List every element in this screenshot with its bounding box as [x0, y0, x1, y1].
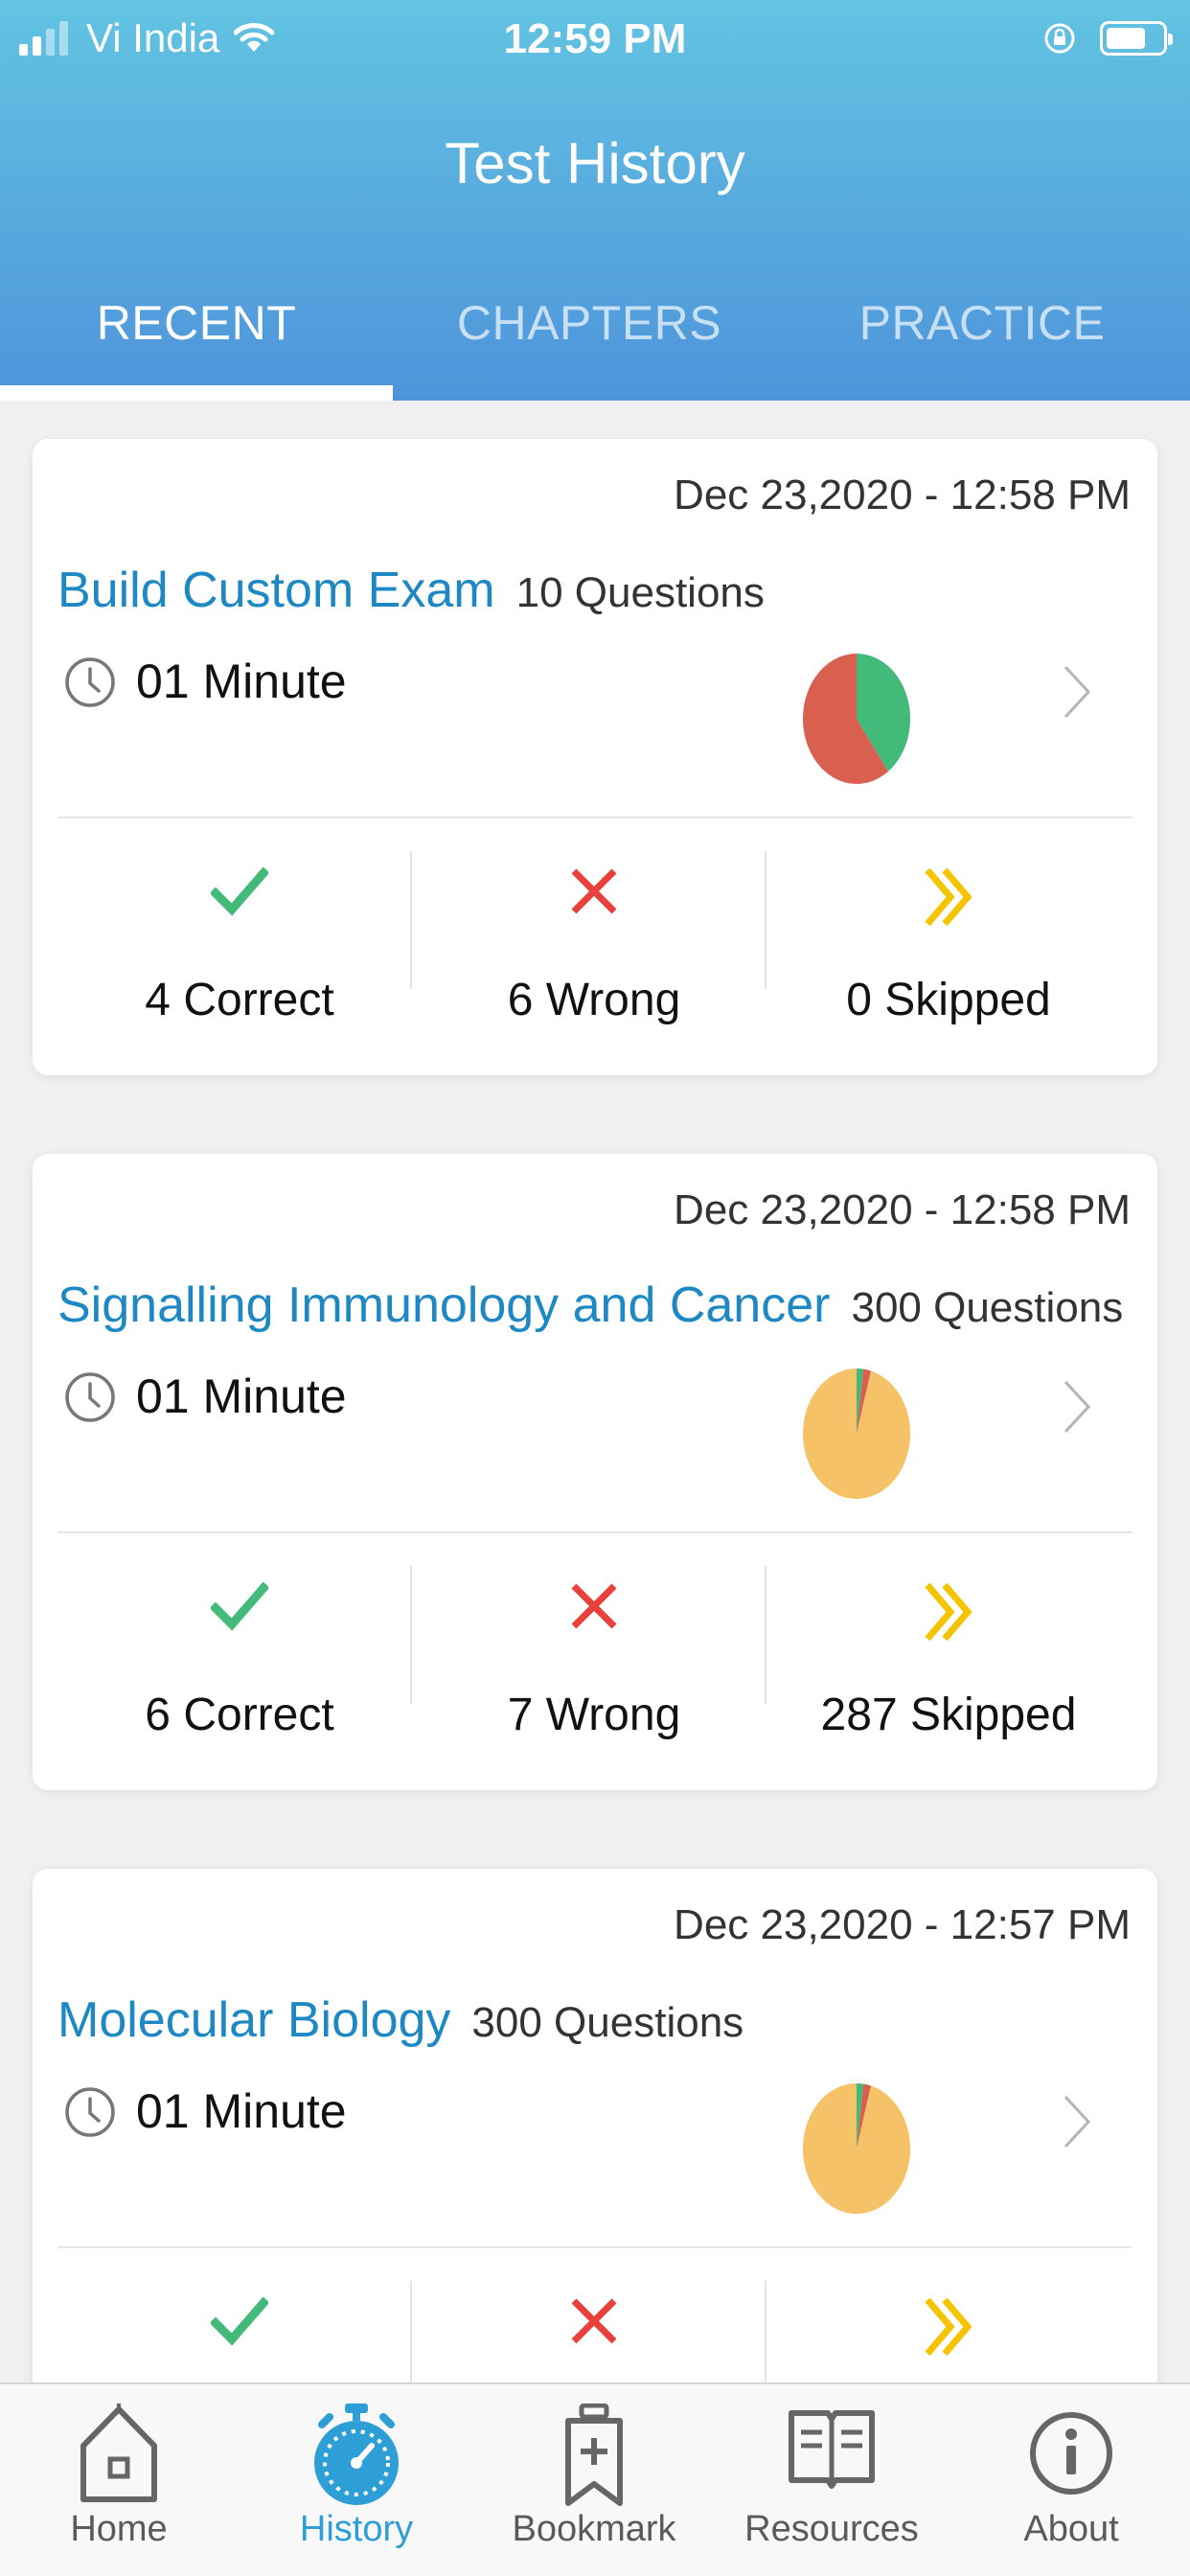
status-bar: Vi India 12:59 PM: [0, 0, 1190, 80]
test-date: Dec 23,2020 - 12:57 PM: [674, 1901, 1131, 1948]
question-count: 10 Questions: [515, 569, 765, 616]
chevron-right-icon[interactable]: [1062, 663, 1092, 721]
test-title-row: Build Custom Exam 10 Questions: [57, 562, 765, 619]
tab-recent[interactable]: RECENT: [0, 278, 393, 401]
bottom-tab-bar: Home History Bookmark Resources About: [0, 2382, 1190, 2576]
double-chevron-right-icon: [925, 2297, 973, 2357]
skipped-count: 0 Skipped: [846, 975, 1051, 1025]
chevron-right-icon[interactable]: [1062, 2093, 1092, 2150]
double-chevron-right-icon: [925, 867, 973, 927]
correct-count: 4 Correct: [145, 975, 334, 1025]
test-date: Dec 23,2020 - 12:58 PM: [674, 1186, 1131, 1233]
stat-separator: [765, 851, 767, 989]
nav-about[interactable]: About: [952, 2384, 1190, 2576]
stat-separator: [765, 1566, 767, 1704]
history-tabs: RECENT CHAPTERS PRACTICE: [0, 278, 1190, 401]
page-title: Test History: [445, 131, 745, 196]
bookmark-icon: [565, 2404, 623, 2506]
cross-icon: [571, 1583, 617, 1629]
wrong-count: 7 Wrong: [507, 1690, 681, 1740]
info-icon: [1030, 2412, 1112, 2495]
pie-slice-skipped: [803, 2083, 910, 2214]
test-title: Signalling Immunology and Cancer: [57, 1277, 831, 1333]
result-pie-chart: [803, 1368, 910, 1499]
stat-separator: [410, 851, 412, 989]
nav-label: About: [1023, 2509, 1119, 2549]
nav-label: Bookmark: [512, 2509, 676, 2549]
wrong-stat: 7 Wrong: [416, 1533, 772, 1790]
nav-history[interactable]: History: [238, 2384, 475, 2576]
check-icon: [211, 2296, 268, 2346]
battery-icon: [1100, 21, 1173, 56]
wrong-stat: 6 Wrong: [416, 818, 772, 1075]
stat-separator: [410, 1566, 412, 1704]
test-title: Build Custom Exam: [57, 563, 495, 618]
test-title-row: Signalling Immunology and Cancer 300 Ques…: [57, 1276, 1123, 1334]
nav-label: History: [299, 2509, 414, 2549]
test-duration: 01 Minute: [136, 1369, 347, 1423]
nav-bookmark[interactable]: Bookmark: [475, 2384, 713, 2576]
clock-icon: [65, 2087, 115, 2137]
test-duration: 01 Minute: [136, 655, 347, 708]
clock-icon: [65, 657, 115, 707]
active-tab-indicator: [0, 385, 393, 401]
cross-icon: [571, 2298, 617, 2344]
history-card[interactable]: Dec 23,2020 - 12:58 PM Build Custom Exam…: [33, 439, 1157, 1075]
skipped-count: 287 Skipped: [820, 1690, 1077, 1740]
skipped-stat: 287 Skipped: [770, 1533, 1127, 1790]
book-icon: [789, 2410, 875, 2489]
test-title: Molecular Biology: [57, 1992, 451, 2048]
test-date: Dec 23,2020 - 12:58 PM: [674, 472, 1131, 518]
test-duration: 01 Minute: [136, 2084, 347, 2138]
cross-icon: [571, 868, 617, 914]
question-count: 300 Questions: [471, 1999, 744, 2046]
status-time: 12:59 PM: [503, 15, 687, 62]
chevron-right-icon[interactable]: [1062, 1378, 1092, 1436]
nav-label: Resources: [744, 2509, 919, 2549]
correct-stat: 6 Correct: [61, 1533, 418, 1790]
nav-home[interactable]: Home: [0, 2384, 238, 2576]
tab-chapters[interactable]: CHAPTERS: [393, 278, 786, 401]
nav-label: Home: [70, 2509, 168, 2549]
result-pie-chart: [803, 654, 910, 784]
stopwatch-icon: [314, 2404, 399, 2505]
question-count: 300 Questions: [851, 1284, 1124, 1331]
check-icon: [211, 1581, 268, 1631]
result-pie-chart: [803, 2083, 910, 2214]
app-header: Vi India 12:59 PM Test History RECENT CH…: [0, 0, 1190, 401]
wrong-count: 6 Wrong: [507, 975, 681, 1025]
nav-resources[interactable]: Resources: [713, 2384, 950, 2576]
tab-practice[interactable]: PRACTICE: [786, 278, 1179, 401]
orientation-lock-icon: [1044, 23, 1075, 54]
skipped-stat: 0 Skipped: [770, 818, 1127, 1075]
test-title-row: Molecular Biology 300 Questions: [57, 1991, 744, 2049]
history-card[interactable]: Dec 23,2020 - 12:58 PM Signalling Immuno…: [33, 1154, 1157, 1790]
correct-count: 6 Correct: [145, 1690, 334, 1740]
double-chevron-right-icon: [925, 1582, 973, 1642]
clock-icon: [65, 1372, 115, 1422]
pie-slice-skipped: [803, 1368, 910, 1499]
correct-stat: 4 Correct: [61, 818, 418, 1075]
home-icon: [80, 2404, 157, 2502]
check-icon: [211, 866, 268, 916]
